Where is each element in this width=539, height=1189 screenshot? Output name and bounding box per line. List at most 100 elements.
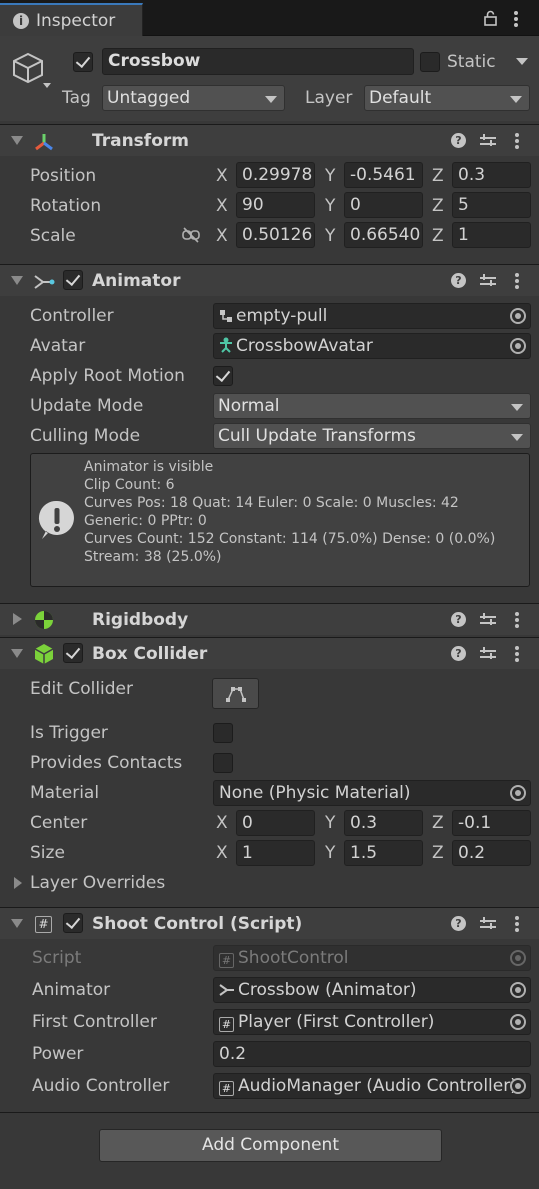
animator-header[interactable]: Animator ?: [0, 264, 539, 296]
info-line: Curves Pos: 18 Quat: 14 Euler: 0 Scale: …: [84, 495, 459, 511]
first-controller-field[interactable]: # Player (First Controller): [213, 1009, 531, 1035]
shoot-control-header[interactable]: # Shoot Control (Script) ?: [0, 907, 539, 939]
axis-z-label[interactable]: Z: [432, 813, 444, 833]
presets-icon[interactable]: [480, 612, 496, 628]
axis-y-label[interactable]: Y: [325, 226, 335, 246]
layer-dropdown[interactable]: Default: [364, 85, 530, 111]
presets-icon[interactable]: [480, 133, 496, 149]
tab-inspector[interactable]: i Inspector: [0, 3, 143, 36]
material-field[interactable]: None (Physic Material): [213, 780, 531, 806]
tag-dropdown[interactable]: Untagged: [102, 85, 285, 111]
help-icon[interactable]: ?: [451, 646, 466, 661]
box-collider-icon: [34, 644, 54, 664]
axis-y-label[interactable]: Y: [325, 166, 335, 186]
avatar-label: Avatar: [30, 336, 86, 356]
axis-y-label[interactable]: Y: [325, 196, 335, 216]
object-picker-icon[interactable]: [510, 338, 526, 354]
object-picker-icon[interactable]: [510, 1078, 526, 1094]
object-picker-icon[interactable]: [510, 785, 526, 801]
help-icon[interactable]: ?: [451, 133, 466, 148]
avatar-field[interactable]: CrossbowAvatar: [213, 333, 531, 359]
layer-overrides-foldout-icon[interactable]: [14, 877, 22, 889]
object-picker-icon: [510, 950, 526, 966]
axis-z-label[interactable]: Z: [432, 196, 444, 216]
rotation-y-field[interactable]: 0: [344, 192, 423, 218]
rigidbody-header[interactable]: Rigidbody ?: [0, 603, 539, 635]
axis-x-label[interactable]: X: [216, 843, 228, 863]
object-picker-icon[interactable]: [510, 982, 526, 998]
transform-header[interactable]: Transform ?: [0, 124, 539, 156]
axis-x-label[interactable]: X: [216, 226, 228, 246]
box-collider-enabled-checkbox[interactable]: [63, 643, 83, 663]
script-icon: #: [35, 916, 52, 933]
center-x-field[interactable]: 0: [236, 810, 315, 836]
position-z-field[interactable]: 0.3: [452, 162, 531, 188]
position-y-field[interactable]: -0.5461: [344, 162, 423, 188]
rotation-z-field[interactable]: 5: [452, 192, 531, 218]
axis-x-label[interactable]: X: [216, 166, 228, 186]
active-checkbox[interactable]: [73, 52, 93, 72]
size-z-field[interactable]: 0.2: [452, 840, 531, 866]
object-picker-icon[interactable]: [510, 308, 526, 324]
presets-icon[interactable]: [480, 916, 496, 932]
foldout-arrow-icon[interactable]: [13, 613, 22, 625]
animator-ref-field[interactable]: Crossbow (Animator): [213, 977, 531, 1003]
component-menu-icon[interactable]: [515, 916, 519, 932]
shoot-control-enabled-checkbox[interactable]: [63, 913, 83, 933]
tag-value: Untagged: [107, 88, 191, 108]
rotation-x-field[interactable]: 90: [236, 192, 315, 218]
foldout-arrow-icon[interactable]: [11, 919, 23, 928]
axis-y-label[interactable]: Y: [325, 843, 335, 863]
component-menu-icon[interactable]: [515, 133, 519, 149]
audio-controller-field[interactable]: # AudioManager (Audio Controller): [213, 1073, 531, 1099]
power-field[interactable]: 0.2: [213, 1041, 531, 1067]
foldout-arrow-icon[interactable]: [11, 649, 23, 658]
scale-y-field[interactable]: 0.66540: [344, 222, 423, 248]
apply-root-motion-checkbox[interactable]: [213, 366, 233, 386]
animator-enabled-checkbox[interactable]: [63, 270, 83, 290]
component-menu-icon[interactable]: [515, 612, 519, 628]
axis-x-label[interactable]: X: [216, 813, 228, 833]
add-component-button[interactable]: Add Component: [99, 1129, 442, 1162]
layer-label: Layer: [305, 88, 353, 108]
tab-menu-icon[interactable]: [514, 11, 518, 27]
object-picker-icon[interactable]: [510, 1014, 526, 1030]
scale-z-field[interactable]: 1: [452, 222, 531, 248]
static-dropdown-icon[interactable]: [516, 58, 528, 65]
provides-contacts-checkbox[interactable]: [213, 753, 233, 773]
center-y-field[interactable]: 0.3: [344, 810, 423, 836]
foldout-arrow-icon[interactable]: [11, 276, 23, 285]
update-mode-dropdown[interactable]: Normal: [213, 393, 531, 419]
culling-mode-dropdown[interactable]: Cull Update Transforms: [213, 423, 531, 449]
gameobject-cube-icon[interactable]: [10, 50, 54, 90]
apply-root-motion-label: Apply Root Motion: [30, 366, 185, 386]
axis-y-label[interactable]: Y: [325, 813, 335, 833]
object-name-field[interactable]: Crossbow: [102, 48, 414, 75]
size-x-field[interactable]: 1: [236, 840, 315, 866]
layer-overrides-label[interactable]: Layer Overrides: [30, 873, 165, 893]
lock-icon[interactable]: [483, 10, 498, 26]
is-trigger-checkbox[interactable]: [213, 723, 233, 743]
component-menu-icon[interactable]: [515, 646, 519, 662]
component-menu-icon[interactable]: [515, 273, 519, 289]
axis-z-label[interactable]: Z: [432, 843, 444, 863]
static-checkbox[interactable]: [420, 52, 440, 72]
scale-x-field[interactable]: 0.50126: [236, 222, 315, 248]
axis-z-label[interactable]: Z: [432, 226, 444, 246]
help-icon[interactable]: ?: [451, 612, 466, 627]
edit-collider-button[interactable]: [212, 678, 259, 709]
axis-x-label[interactable]: X: [216, 196, 228, 216]
divider: [0, 1112, 539, 1113]
box-collider-header[interactable]: Box Collider ?: [0, 637, 539, 669]
axis-z-label[interactable]: Z: [432, 166, 444, 186]
presets-icon[interactable]: [480, 273, 496, 289]
foldout-arrow-icon[interactable]: [11, 136, 23, 145]
size-y-field[interactable]: 1.5: [344, 840, 423, 866]
controller-field[interactable]: empty-pull: [213, 303, 531, 329]
presets-icon[interactable]: [480, 646, 496, 662]
center-z-field[interactable]: -0.1: [452, 810, 531, 836]
help-icon[interactable]: ?: [451, 916, 466, 931]
position-x-field[interactable]: 0.29978: [236, 162, 315, 188]
constrain-proportions-icon[interactable]: [181, 227, 201, 243]
help-icon[interactable]: ?: [451, 273, 466, 288]
